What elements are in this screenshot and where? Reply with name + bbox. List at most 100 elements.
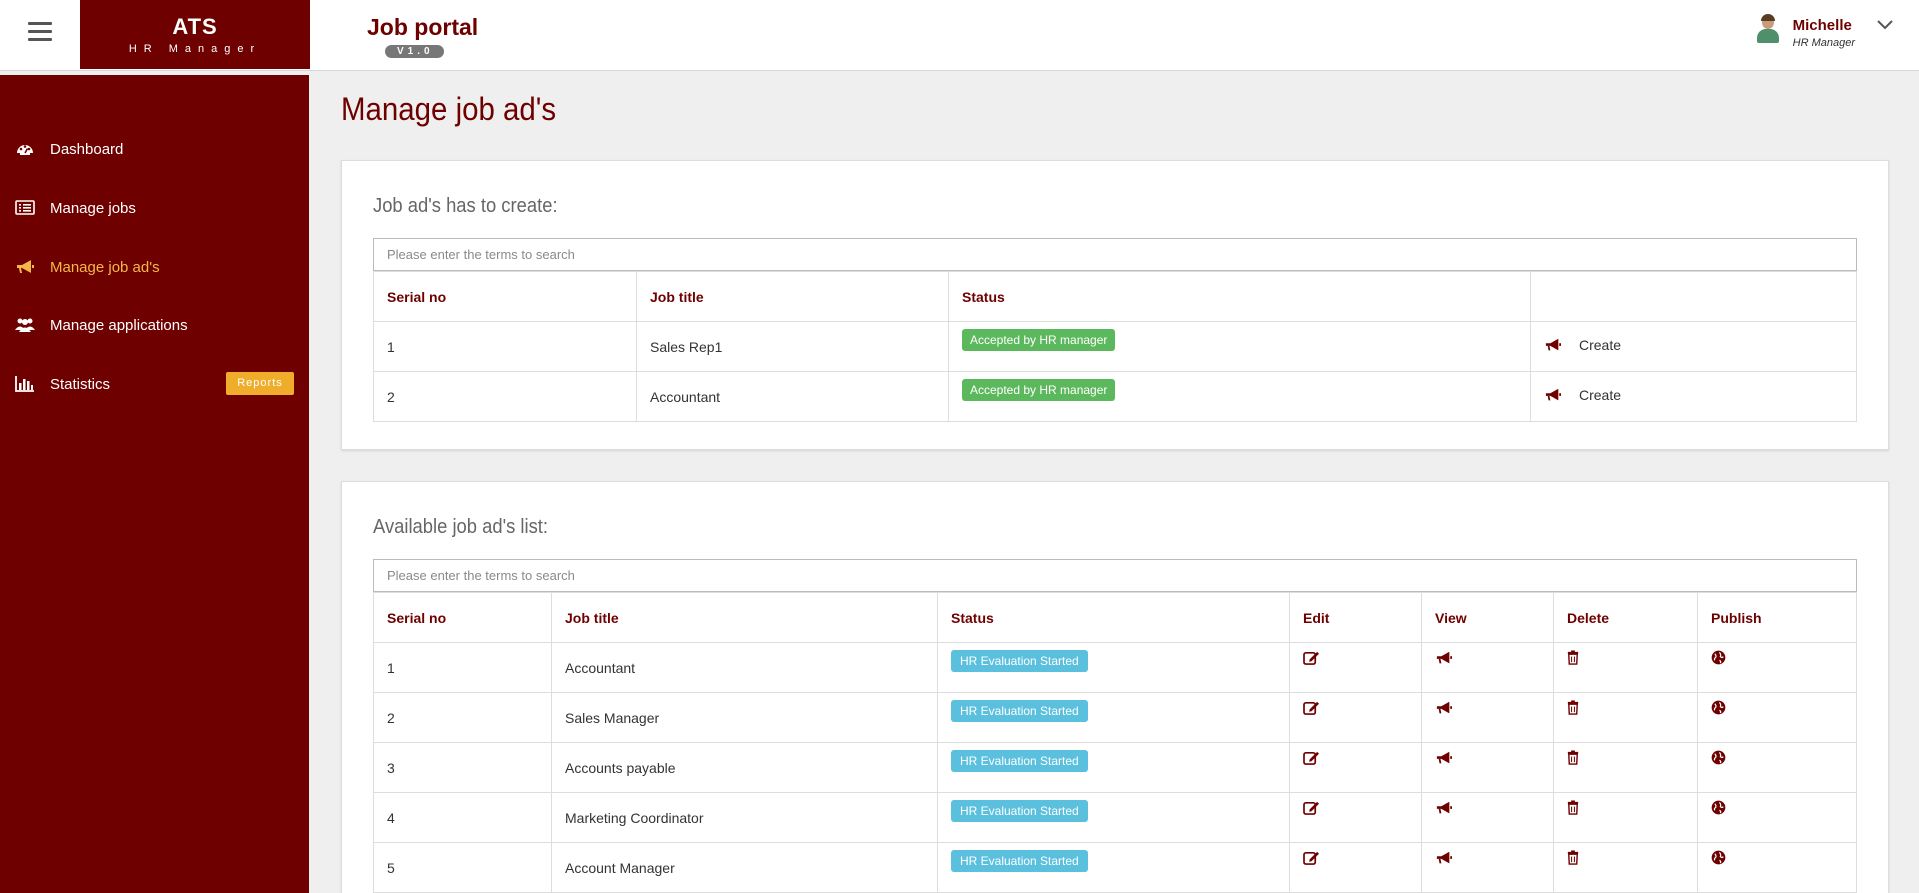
serial-cell: 5 — [373, 842, 552, 893]
sidebar-item-statistics[interactable]: Statistics Reports — [0, 364, 309, 404]
bullhorn-icon — [1545, 338, 1561, 351]
sidebar-item-dashboard[interactable]: Dashboard — [0, 129, 309, 169]
brand-subtitle: HR Manager — [128, 43, 262, 55]
bullhorn-icon[interactable] — [1435, 750, 1453, 766]
sidebar-item-manage-jobs[interactable]: Manage jobs — [0, 188, 309, 228]
user-role: HR Manager — [1792, 37, 1855, 49]
publish-cell — [1697, 792, 1857, 843]
job-title-cell: Accountant — [636, 371, 949, 422]
table-header-row: Serial no Job title Status Edit View Del… — [373, 592, 1857, 643]
table-row: 3 Accounts payable HR Evaluation Started — [373, 742, 1857, 793]
serial-cell: 4 — [373, 792, 552, 843]
publish-cell — [1697, 742, 1857, 793]
job-ads-to-create-panel: Job ad's has to create: Serial no Job ti… — [341, 160, 1889, 450]
column-header[interactable]: Serial no — [373, 592, 552, 643]
reports-badge[interactable]: Reports — [226, 372, 294, 395]
column-header[interactable]: Serial no — [373, 271, 637, 322]
view-cell — [1421, 792, 1554, 843]
users-icon — [15, 318, 35, 332]
panel-title: Available job ad's list: — [373, 516, 549, 538]
brand-logo[interactable]: ATS HR Manager — [80, 0, 310, 69]
chevron-down-icon[interactable] — [1877, 20, 1893, 30]
page-title: Manage job ad's — [341, 91, 557, 127]
sidebar: Dashboard Manage jobs Manage job ad's Ma… — [0, 75, 309, 893]
bar-chart-icon — [15, 376, 34, 392]
delete-cell — [1553, 692, 1698, 743]
search-input[interactable] — [373, 559, 1857, 592]
delete-cell — [1553, 742, 1698, 793]
trash-icon[interactable] — [1567, 799, 1579, 815]
delete-cell — [1553, 792, 1698, 843]
edit-icon[interactable] — [1303, 750, 1320, 765]
status-cell: HR Evaluation Started — [937, 792, 1290, 843]
view-cell — [1421, 692, 1554, 743]
edit-icon[interactable] — [1303, 700, 1320, 715]
status-badge: HR Evaluation Started — [951, 699, 1088, 722]
delete-cell — [1553, 842, 1698, 893]
status-badge: HR Evaluation Started — [951, 749, 1088, 772]
edit-icon[interactable] — [1303, 850, 1320, 865]
column-header[interactable]: Job title — [551, 592, 938, 643]
bullhorn-icon[interactable] — [1435, 800, 1453, 816]
table-row: 4 Marketing Coordinator HR Evaluation St… — [373, 792, 1857, 843]
edit-cell — [1289, 792, 1422, 843]
column-header[interactable]: Status — [937, 592, 1290, 643]
serial-cell: 2 — [373, 692, 552, 743]
sidebar-item-label: Dashboard — [50, 140, 124, 158]
delete-cell — [1553, 642, 1698, 693]
globe-icon[interactable] — [1711, 700, 1726, 715]
globe-icon[interactable] — [1711, 800, 1726, 815]
search-input[interactable] — [373, 238, 1857, 271]
bullhorn-icon[interactable] — [1435, 850, 1453, 866]
view-cell — [1421, 742, 1554, 793]
view-cell — [1421, 642, 1554, 693]
job-title-cell: Sales Manager — [551, 692, 938, 743]
portal-header: Job portal V1.0 — [367, 14, 478, 59]
globe-icon[interactable] — [1711, 750, 1726, 765]
table-row: 2 Sales Manager HR Evaluation Started — [373, 692, 1857, 743]
globe-icon[interactable] — [1711, 650, 1726, 665]
edit-icon[interactable] — [1303, 650, 1320, 665]
view-cell — [1421, 842, 1554, 893]
status-cell: HR Evaluation Started — [937, 642, 1290, 693]
job-ads-to-create-table: Serial no Job title Status 1 Sales Rep1 … — [373, 271, 1857, 422]
avatar[interactable] — [1755, 14, 1781, 44]
trash-icon[interactable] — [1567, 749, 1579, 765]
available-job-ads-panel: Available job ad's list: Serial no Job t… — [341, 481, 1889, 893]
job-title-cell: Accountant — [551, 642, 938, 693]
job-title-cell: Marketing Coordinator — [551, 792, 938, 843]
version-badge: V1.0 — [385, 45, 444, 58]
edit-cell — [1289, 742, 1422, 793]
column-header[interactable]: Status — [948, 271, 1531, 322]
create-job-ad-button[interactable]: Create — [1544, 387, 1621, 403]
trash-icon[interactable] — [1567, 849, 1579, 865]
publish-cell — [1697, 842, 1857, 893]
column-header[interactable]: Job title — [636, 271, 949, 322]
sidebar-item-label: Statistics — [50, 375, 111, 393]
edit-cell — [1289, 642, 1422, 693]
edit-icon[interactable] — [1303, 800, 1320, 815]
status-cell: Accepted by HR manager — [948, 371, 1531, 422]
action-cell: Create — [1530, 371, 1857, 422]
publish-cell — [1697, 642, 1857, 693]
table-row: 2 Accountant Accepted by HR manager Crea… — [373, 371, 1857, 422]
status-badge: Accepted by HR manager — [962, 378, 1116, 401]
trash-icon[interactable] — [1567, 699, 1579, 715]
status-badge: HR Evaluation Started — [951, 799, 1088, 822]
sidebar-item-label: Manage applications — [50, 316, 188, 334]
serial-cell: 1 — [373, 321, 637, 372]
user-menu[interactable]: Michelle HR Manager — [1755, 14, 1893, 49]
user-name: Michelle — [1792, 17, 1852, 34]
available-job-ads-table: Serial no Job title Status Edit View Del… — [373, 592, 1857, 893]
bullhorn-icon[interactable] — [1435, 650, 1453, 666]
user-info: Michelle HR Manager — [1793, 14, 1855, 49]
sidebar-item-manage-applications[interactable]: Manage applications — [0, 305, 309, 345]
bullhorn-icon[interactable] — [1435, 700, 1453, 716]
globe-icon[interactable] — [1711, 850, 1726, 865]
serial-cell: 2 — [373, 371, 637, 422]
sidebar-item-label: Manage jobs — [50, 199, 136, 217]
sidebar-item-manage-job-ads[interactable]: Manage job ad's — [0, 247, 309, 287]
trash-icon[interactable] — [1567, 649, 1579, 665]
create-job-ad-button[interactable]: Create — [1544, 337, 1621, 353]
menu-toggle-icon[interactable] — [28, 22, 52, 42]
